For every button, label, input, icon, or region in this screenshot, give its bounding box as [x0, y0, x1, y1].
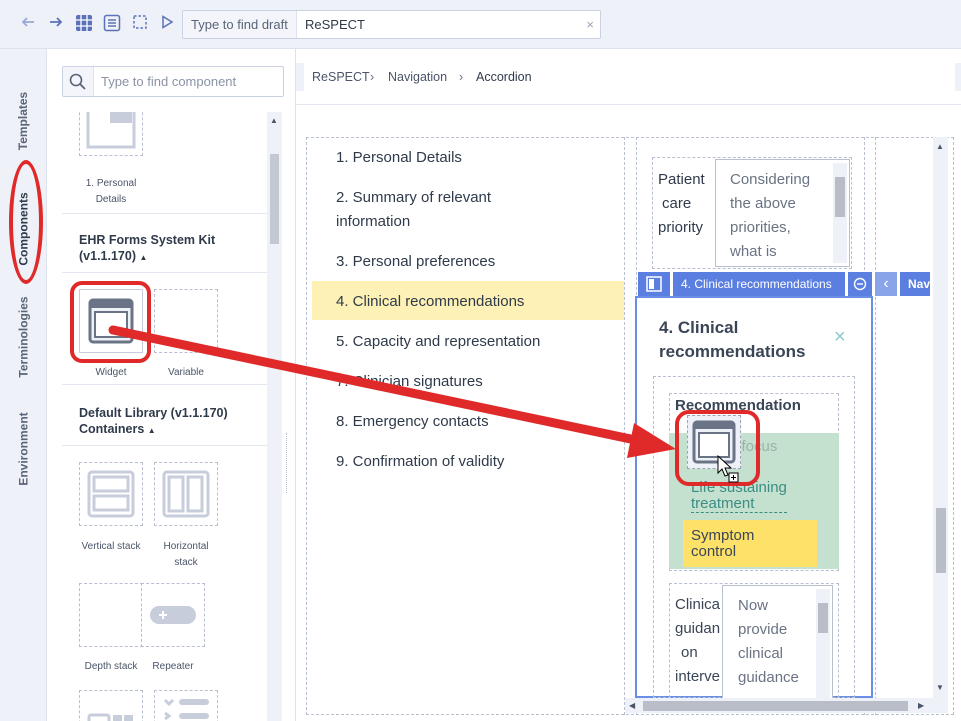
annotation-arrow: [108, 325, 676, 458]
cursor-icon: [717, 455, 739, 483]
